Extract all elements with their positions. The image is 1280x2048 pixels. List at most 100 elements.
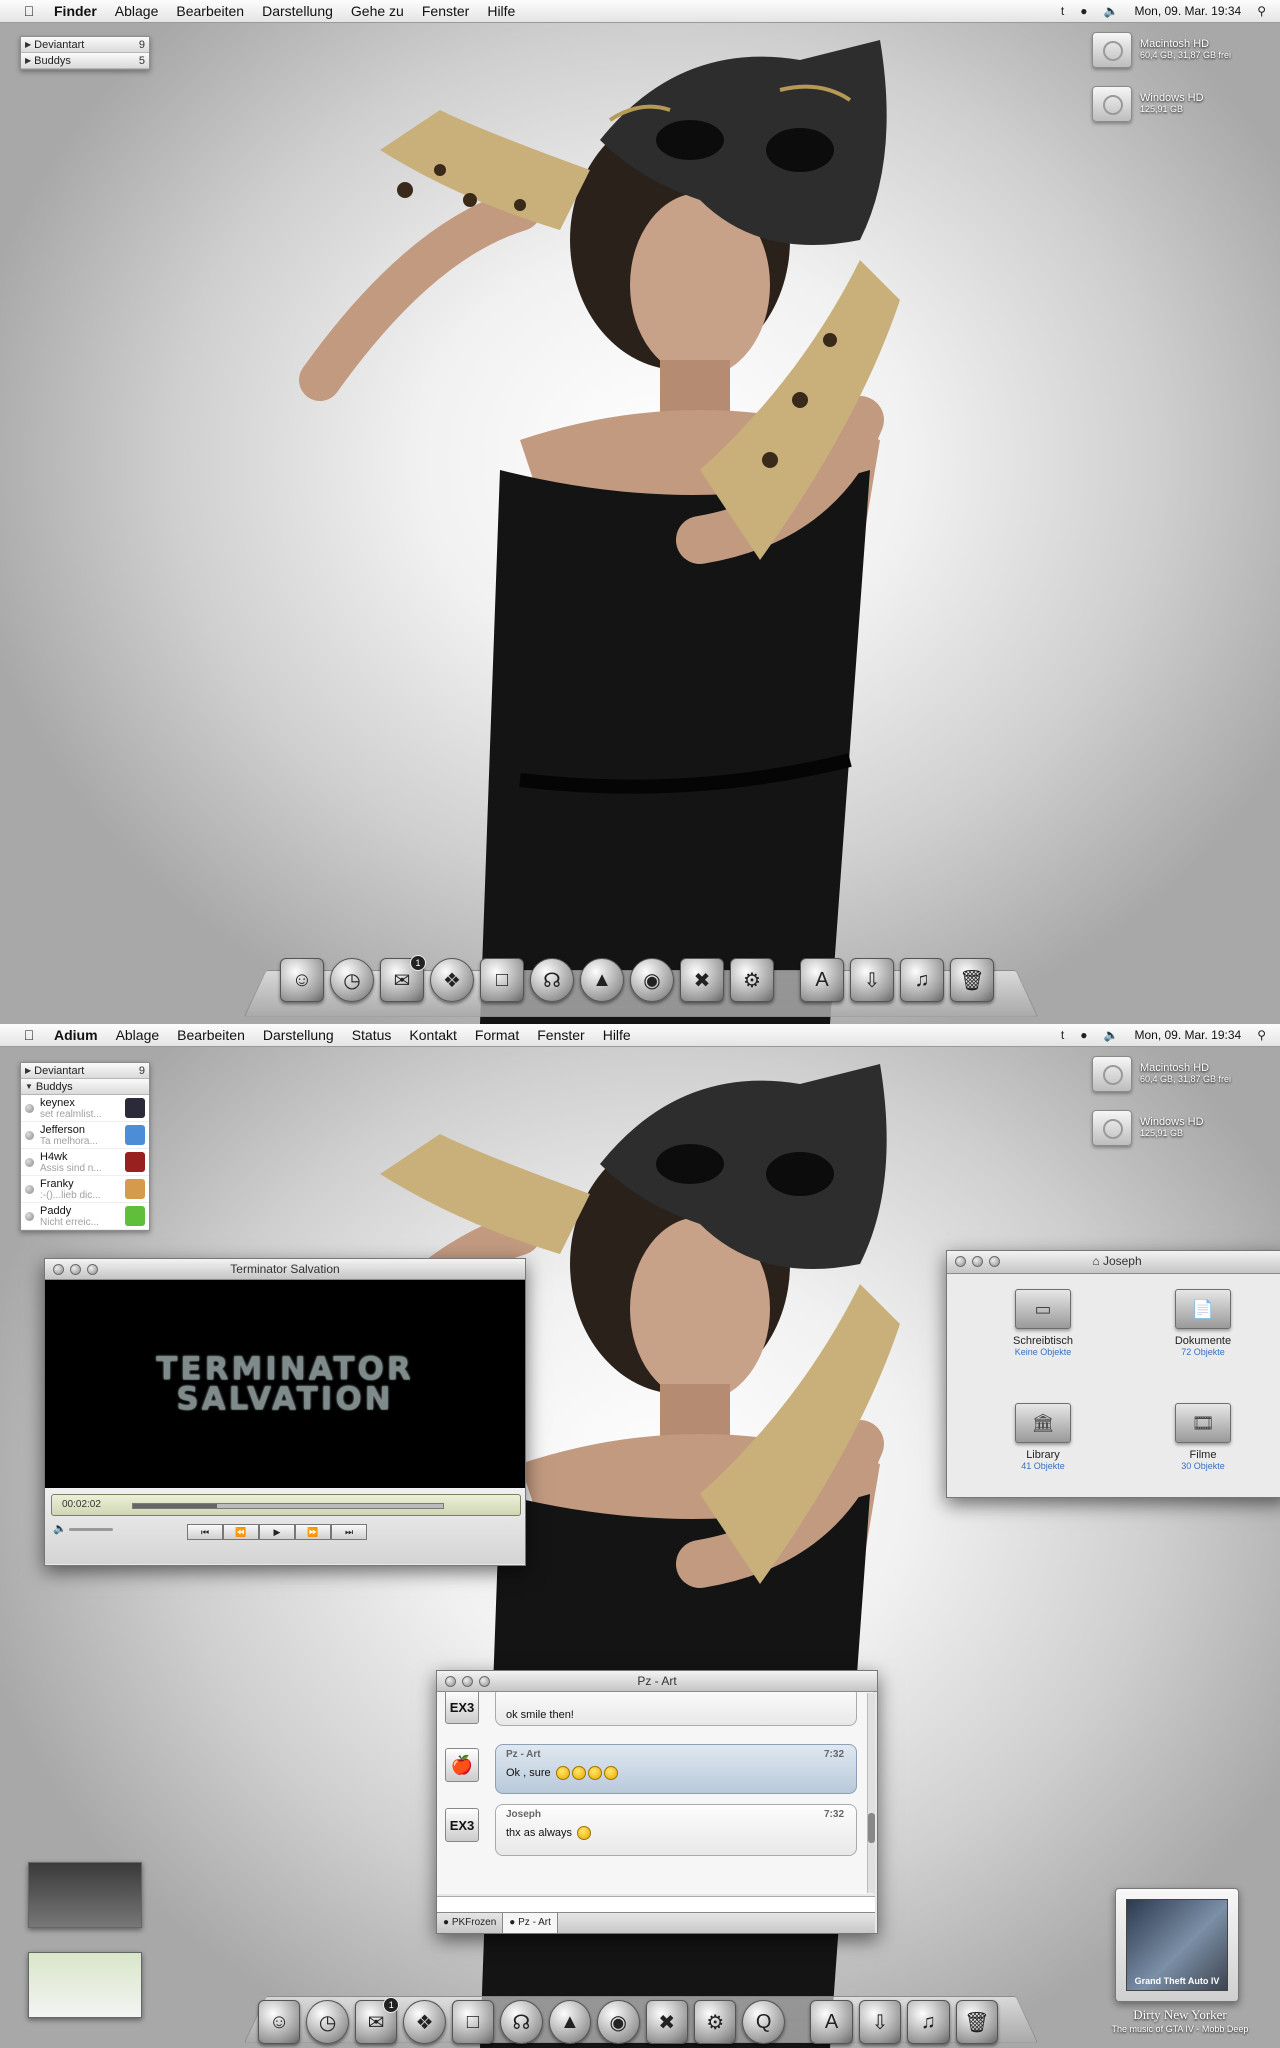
menu-status[interactable]: Status bbox=[352, 1027, 392, 1043]
system-prefs-icon[interactable]: ⚙ bbox=[730, 958, 774, 1002]
chat-bubble-icon[interactable]: ● bbox=[1080, 4, 1087, 18]
window-titlebar[interactable]: ⌂ Joseph bbox=[947, 1251, 1280, 1274]
clock-icon[interactable]: ◷ bbox=[330, 958, 374, 1002]
menu-ablage[interactable]: Ablage bbox=[116, 1027, 160, 1043]
apple-menu-icon[interactable]:  bbox=[18, 1027, 40, 1043]
minimize-button[interactable] bbox=[70, 1264, 81, 1275]
scrollbar[interactable] bbox=[867, 1693, 875, 1893]
headphones-icon[interactable]: ☊ bbox=[530, 958, 574, 1002]
menu-app-name[interactable]: Adium bbox=[54, 1027, 98, 1043]
menu-gehe-zu[interactable]: Gehe zu bbox=[351, 3, 404, 19]
hard-drive-icon[interactable] bbox=[1092, 1056, 1132, 1092]
menu-hilfe[interactable]: Hilfe bbox=[487, 3, 515, 19]
folder-filme[interactable]: 🎞 Filme 30 Objekte bbox=[1143, 1403, 1263, 1471]
xbox-icon[interactable]: ✖ bbox=[645, 2000, 688, 2044]
safari-icon[interactable]: ❖ bbox=[403, 2000, 446, 2044]
chat-window[interactable]: Pz - Art EX3 ok smile then! 🍎 Pz - Art 7… bbox=[436, 1670, 878, 1934]
menu-ablage[interactable]: Ablage bbox=[115, 3, 159, 19]
menu-clock[interactable]: Mon, 09. Mar. 19:34 bbox=[1134, 1028, 1241, 1042]
system-prefs-icon[interactable]: ⚙ bbox=[693, 2000, 737, 2044]
buddy-row[interactable]: Jefferson Ta melhora... bbox=[21, 1122, 149, 1149]
finder-icon[interactable]: ☺ bbox=[258, 2000, 301, 2044]
folder-dokumente[interactable]: 📄 Dokumente 72 Objekte bbox=[1143, 1289, 1263, 1357]
skip-back-button[interactable]: ⏮ bbox=[187, 1524, 223, 1540]
speaker-icon[interactable]: ◉ bbox=[630, 958, 674, 1002]
menu-bearbeiten[interactable]: Bearbeiten bbox=[177, 1027, 245, 1043]
documents-folder-icon[interactable]: 📄 bbox=[1175, 1289, 1231, 1329]
stack-deviantart[interactable]: ▶ Deviantart 9 bbox=[21, 1063, 149, 1079]
music-stack-icon[interactable]: ♫ bbox=[907, 2000, 950, 2044]
skip-forward-button[interactable]: ⏭ bbox=[331, 1524, 367, 1540]
scroll-thumb[interactable] bbox=[868, 1813, 875, 1843]
menu-hilfe[interactable]: Hilfe bbox=[603, 1027, 631, 1043]
trash-icon[interactable]: 🗑 bbox=[955, 2000, 999, 2044]
finder-icon[interactable]: ☺ bbox=[280, 958, 324, 1002]
tab-pz-art[interactable]: ● Pz - Art bbox=[503, 1913, 558, 1933]
apple-menu-icon[interactable]:  bbox=[18, 3, 40, 19]
safari-icon[interactable]: ❖ bbox=[430, 958, 474, 1002]
buddy-row[interactable]: Franky:-()...lieb dic... bbox=[21, 1176, 149, 1203]
clock-icon[interactable]: ◷ bbox=[306, 2000, 349, 2044]
disclosure-right-icon[interactable]: ▶ bbox=[25, 1066, 31, 1075]
tab-pkfrozen[interactable]: ● PKFrozen bbox=[437, 1913, 504, 1933]
hard-drive-icon[interactable] bbox=[1092, 86, 1132, 122]
buddy-row[interactable]: Paddy Nicht erreic... bbox=[21, 1203, 149, 1230]
minimized-itunes-window[interactable] bbox=[28, 1862, 142, 1928]
chat-transcript[interactable]: EX3 ok smile then! 🍎 Pz - Art 7:32 Ok , … bbox=[437, 1692, 873, 1894]
spotlight-icon[interactable]: ⚲ bbox=[1257, 4, 1266, 18]
window-titlebar[interactable]: Terminator Salvation bbox=[45, 1259, 525, 1280]
tuxedo-icon[interactable]: ▲ bbox=[580, 958, 624, 1002]
gift-icon[interactable]: □ bbox=[451, 2000, 495, 2044]
menu-app-name[interactable]: Finder bbox=[54, 3, 97, 19]
menu-fenster[interactable]: Fenster bbox=[537, 1027, 584, 1043]
close-button[interactable] bbox=[445, 1676, 456, 1687]
downloads-stack-icon[interactable]: ⇩ bbox=[850, 958, 894, 1002]
volume-icon[interactable]: 🔈 bbox=[1104, 4, 1119, 18]
volume-slider[interactable] bbox=[69, 1528, 113, 1531]
drive-macintosh-hd[interactable]: Macintosh HD 60,4 GB, 31,87 GB frei bbox=[1092, 32, 1231, 68]
menu-format[interactable]: Format bbox=[475, 1027, 519, 1043]
play-button[interactable]: ▶ bbox=[259, 1524, 295, 1540]
window-titlebar[interactable]: Pz - Art bbox=[437, 1671, 877, 1692]
chat-bubble-icon[interactable]: ● bbox=[1080, 1028, 1087, 1042]
applications-stack-icon[interactable]: A bbox=[800, 958, 844, 1002]
music-stack-icon[interactable]: ♫ bbox=[900, 958, 944, 1002]
headphones-icon[interactable]: ☊ bbox=[500, 2000, 543, 2044]
folder-library[interactable]: 🏛 Library 41 Objekte bbox=[983, 1403, 1103, 1471]
disclosure-right-icon[interactable]: ▶ bbox=[25, 40, 31, 49]
disclosure-down-icon[interactable]: ▼ bbox=[25, 1082, 33, 1091]
menu-clock[interactable]: Mon, 09. Mar. 19:34 bbox=[1134, 4, 1241, 18]
stack-deviantart[interactable]: ▶ Deviantart 9 bbox=[21, 37, 149, 53]
rewind-button[interactable]: ⏪ bbox=[223, 1524, 259, 1540]
mail-icon[interactable]: ✉ 1 bbox=[354, 1997, 400, 2044]
stack-buddys[interactable]: ▼ Buddys bbox=[21, 1079, 149, 1095]
zoom-button[interactable] bbox=[479, 1676, 490, 1687]
zoom-button[interactable] bbox=[989, 1256, 1000, 1267]
desktop-folder-icon[interactable]: ▭ bbox=[1015, 1289, 1071, 1329]
mail-icon[interactable]: ✉ 1 bbox=[380, 955, 426, 1002]
quicktime-window[interactable]: Terminator Salvation TERMINATOR SALVATIO… bbox=[44, 1258, 526, 1566]
quicktime-icon[interactable]: Q bbox=[742, 2000, 785, 2044]
menu-fenster[interactable]: Fenster bbox=[422, 3, 469, 19]
now-playing-widget[interactable]: Grand Theft Auto IV bbox=[1115, 1888, 1239, 2002]
movies-folder-icon[interactable]: 🎞 bbox=[1175, 1403, 1231, 1443]
twitter-icon[interactable]: t bbox=[1061, 4, 1064, 18]
minimized-browser-window[interactable] bbox=[28, 1952, 142, 2018]
hard-drive-icon[interactable] bbox=[1092, 1110, 1132, 1146]
close-button[interactable] bbox=[53, 1264, 64, 1275]
folder-schreibtisch[interactable]: ▭ Schreibtisch Keine Objekte bbox=[983, 1289, 1103, 1357]
buddy-row[interactable]: keynex set realmlist... bbox=[21, 1095, 149, 1122]
zoom-button[interactable] bbox=[87, 1264, 98, 1275]
stack-buddys[interactable]: ▶ Buddys 5 bbox=[21, 53, 149, 69]
video-area[interactable]: TERMINATOR SALVATION bbox=[45, 1280, 525, 1488]
drive-macintosh-hd[interactable]: Macintosh HD 60,4 GB, 31,87 GB frei bbox=[1092, 1056, 1231, 1092]
library-folder-icon[interactable]: 🏛 bbox=[1015, 1403, 1071, 1443]
volume-icon[interactable]: 🔈 bbox=[1104, 1028, 1119, 1042]
message-input[interactable] bbox=[437, 1896, 875, 1913]
fast-forward-button[interactable]: ⏩ bbox=[295, 1524, 331, 1540]
applications-stack-icon[interactable]: A bbox=[810, 2000, 853, 2044]
minimize-button[interactable] bbox=[972, 1256, 983, 1267]
speaker-icon[interactable]: ◉ bbox=[597, 2000, 640, 2044]
close-button[interactable] bbox=[955, 1256, 966, 1267]
disclosure-right-icon[interactable]: ▶ bbox=[25, 56, 31, 65]
